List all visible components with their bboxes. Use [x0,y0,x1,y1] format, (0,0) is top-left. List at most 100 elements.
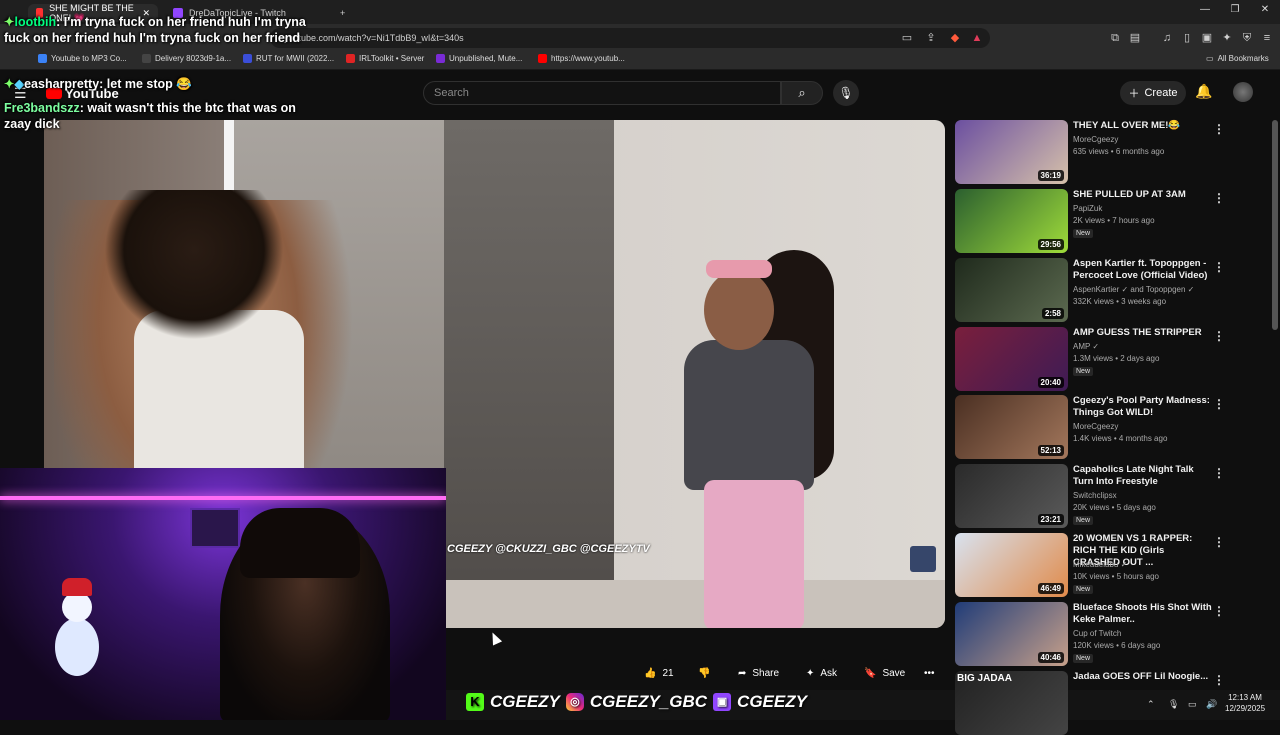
search-icon[interactable]: ⌕ [781,81,823,105]
video-thumbnail[interactable]: 40:46 [955,602,1068,666]
more-vert-icon[interactable]: ⋮ [1213,397,1225,411]
share-page-icon[interactable]: ⇪ [924,31,938,45]
sparkle-icon: ✦ [4,77,15,91]
bookmark-item[interactable]: RUT for MWII (2022... [243,54,334,63]
channel-name[interactable]: MoreCgeezy [1073,422,1118,431]
wallet-icon[interactable]: ▣ [1200,31,1214,45]
video-thumbnail[interactable]: BIG JADAA [955,671,1068,735]
kick-handle: CGEEZY [490,692,560,711]
channel-name[interactable]: MoreCgeezy [1073,135,1118,144]
video-duration: 2:58 [1041,308,1064,319]
more-vert-icon[interactable]: ⋮ [1213,535,1225,549]
recommended-video[interactable]: BIG JADAA Jadaa GOES OFF Lil Noogie... ⋮ [955,671,1265,735]
avatar[interactable] [1233,82,1253,102]
create-button[interactable]: ＋ Create [1120,81,1186,105]
dislike-button[interactable]: 👎 [698,662,710,684]
video-thumbnail[interactable]: 36:19 [955,120,1068,184]
recommended-video[interactable]: 52:13 Cgeezy's Pool Party Madness: Things… [955,395,1265,459]
video-title[interactable]: Cgeezy's Pool Party Madness: Things Got … [1073,395,1213,419]
scrollbar[interactable] [1272,120,1278,330]
channel-name[interactable]: Switchclipsx [1073,491,1117,500]
bookmark-item[interactable]: https://www.youtub... [538,54,625,63]
ask-button[interactable]: ✦ Ask [806,662,837,684]
badge-icon: ◆ [14,77,25,91]
brave-shield-icon[interactable]: ◆ [948,31,962,45]
url-field[interactable]: youtube.com/watch?v=Ni1TdbB9_wI&t=340s [270,28,990,48]
video-title[interactable]: THEY ALL OVER ME!😂 [1073,120,1213,132]
video-thumbnail[interactable]: 52:13 [955,395,1068,459]
video-thumbnail[interactable]: 29:56 [955,189,1068,253]
recommended-video[interactable]: 2:58 Aspen Kartier ft. Topoppgen - Percoc… [955,258,1265,322]
more-vert-icon[interactable]: ⋮ [1213,191,1225,205]
instagram-handle: CGEEZY_GBC [589,692,708,711]
video-title[interactable]: Capaholics Late Night Talk Turn Into Fre… [1073,464,1213,488]
search-input[interactable]: Search [423,81,781,105]
bell-icon[interactable]: 🔔 [1195,83,1212,100]
recommended-video[interactable]: 20:40 AMP GUESS THE STRIPPER AMP ✓ 1.3M vie… [955,327,1265,391]
more-vert-icon[interactable]: ⋮ [1213,673,1225,687]
cast-icon[interactable]: ▭ [900,31,914,45]
recommended-video[interactable]: 29:56 SHE PULLED UP AT 3AM PapiZuk 2K views… [955,189,1265,253]
bookmark-item[interactable]: Unpublished, Mute... [436,54,522,63]
channel-name[interactable]: PapiZuk [1073,204,1102,213]
more-vert-icon[interactable]: ⋮ [1213,329,1225,343]
rewards-icon[interactable]: ▲ [970,31,984,45]
channel-watermark-icon[interactable] [910,546,936,572]
browser-menu-icon[interactable]: ≡ [1260,31,1274,45]
like-button[interactable]: 👍 21 [644,662,674,684]
maximize-icon[interactable]: ❐ [1220,4,1250,15]
extensions-icon[interactable]: ⧉ [1108,31,1122,45]
share-button[interactable]: ➦ Share [738,662,779,684]
video-title[interactable]: Aspen Kartier ft. Topoppgen - Percocet L… [1073,258,1213,282]
recommended-video[interactable]: 23:21 Capaholics Late Night Talk Turn Int… [955,464,1265,528]
thumbs-down-icon: 👎 [698,667,711,679]
bookmark-icon [346,54,355,63]
more-vert-icon[interactable]: ⋮ [1213,260,1225,274]
video-duration: 52:13 [1037,445,1064,456]
more-actions-button[interactable]: ••• [924,662,935,684]
wall-shelf [190,508,240,548]
more-vert-icon[interactable]: ⋮ [1213,604,1225,618]
more-vert-icon[interactable]: ⋮ [1213,122,1225,136]
recommended-video[interactable]: 36:19 THEY ALL OVER ME!😂 MoreCgeezy 635 vie… [955,120,1265,184]
all-bookmarks-button[interactable]: ▭ All Bookmarks [1206,54,1269,63]
sparkle-icon: ✦ [4,15,15,29]
video-thumbnail[interactable]: 23:21 [955,464,1068,528]
more-vert-icon[interactable]: ⋮ [1213,466,1225,480]
bookmark-item[interactable]: Youtube to MP3 Co... [38,54,127,63]
video-thumbnail[interactable]: 2:58 [955,258,1068,322]
bookmark-icon [142,54,151,63]
new-tab-button[interactable]: + [332,4,353,22]
plus-icon: ＋ [1128,88,1140,100]
sidebar-icon[interactable]: ▯ [1180,31,1194,45]
video-watermark: CGEEZY @CKUZZI_GBC @CGEEZYTV [447,543,650,555]
recommended-video[interactable]: 40:46 Blueface Shoots His Shot With Keke … [955,602,1265,666]
leo-icon[interactable]: ✦ [1220,31,1234,45]
video-title[interactable]: AMP GUESS THE STRIPPER [1073,327,1213,339]
media-icon[interactable]: ♫ [1160,31,1174,45]
streamer-hair [240,508,360,578]
channel-name[interactable]: Cup of Twitch [1073,629,1121,638]
video-thumbnail[interactable]: 46:49 [955,533,1068,597]
video-title[interactable]: Blueface Shoots His Shot With Keke Palme… [1073,602,1213,626]
window-close-icon[interactable]: ✕ [1250,4,1280,15]
channel-name[interactable]: Mikeadelabu ✓ [1073,560,1127,569]
channel-name[interactable]: AMP ✓ [1073,342,1099,351]
chat-message: Fre3bandszz: wait wasn't this the btc th… [4,101,296,131]
share-icon: ➦ [738,667,747,679]
video-meta: 10K views • 5 hours ago [1073,572,1159,581]
video-title[interactable]: SHE PULLED UP AT 3AM [1073,189,1213,201]
minimize-icon[interactable]: — [1190,4,1220,15]
bookmark-icon [243,54,252,63]
reader-icon[interactable]: ▤ [1128,31,1142,45]
mic-icon[interactable]: 🎙 [833,80,859,106]
video-thumbnail[interactable]: 20:40 [955,327,1068,391]
bookmark-item[interactable]: Delivery 8023d9-1a... [142,54,231,63]
save-button[interactable]: 🔖 Save [864,662,905,684]
video-title[interactable]: Jadaa GOES OFF Lil Noogie... [1073,671,1213,683]
recommended-video[interactable]: 46:49 20 WOMEN VS 1 RAPPER: RICH THE KID … [955,533,1265,597]
vpn-icon[interactable]: ⛨ [1240,31,1254,45]
chat-username: lootbih [14,15,57,29]
bookmark-item[interactable]: IRLToolkit • Server [346,54,424,63]
channel-name[interactable]: AspenKartier ✓ and Topoppgen ✓ [1073,285,1194,294]
